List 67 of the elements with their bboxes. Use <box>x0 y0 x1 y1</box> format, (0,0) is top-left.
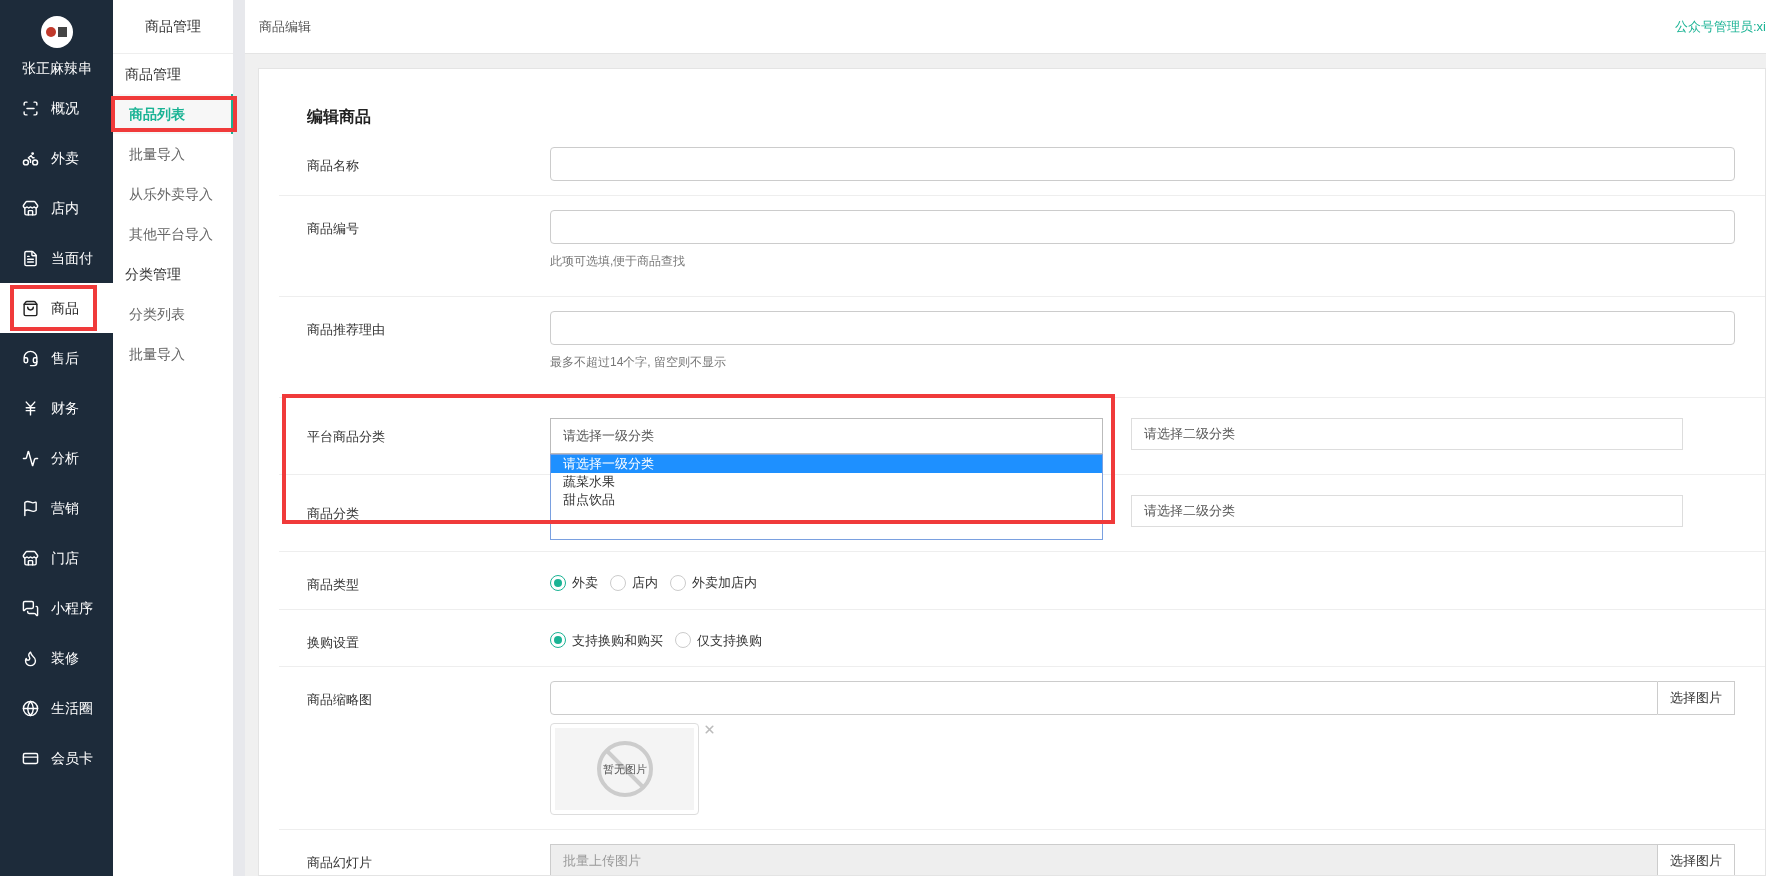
input-field[interactable] <box>550 681 1658 715</box>
chart-line-icon <box>22 449 39 467</box>
close-icon[interactable] <box>703 723 716 736</box>
form-title: 编辑商品 <box>306 107 372 127</box>
select-field[interactable]: 请选择二级分类 <box>1131 418 1683 450</box>
subnav-item[interactable]: 从乐外卖导入 <box>113 174 233 214</box>
hint-text: 最多不超过14个字, 留空则不显示 <box>550 354 727 371</box>
subnav-heading: 商品管理 <box>124 64 182 84</box>
hint-text: 此项可选填,便于商品查找 <box>550 253 687 270</box>
field-label: 商品编号 <box>306 220 360 238</box>
field-label: 商品幻灯片 <box>306 854 373 872</box>
field-label: 商品类型 <box>306 576 360 594</box>
empty-image-text: 暂无图片 <box>602 761 647 777</box>
choose-image-button[interactable]: 选择图片 <box>1658 681 1735 715</box>
globe-icon <box>22 699 39 717</box>
sidebar-item[interactable]: 当面付 <box>0 233 113 283</box>
sidebar-item[interactable]: 营销 <box>0 483 113 533</box>
field-label: 商品推荐理由 <box>306 321 386 339</box>
dropdown-option[interactable]: 蔬菜水果 <box>551 473 1102 491</box>
subnav-item[interactable]: 批量导入 <box>113 134 233 174</box>
sidebar-item[interactable]: 概况 <box>0 83 113 133</box>
sidebar-item[interactable]: 生活圈 <box>0 683 113 733</box>
sidebar-item[interactable]: 分析 <box>0 433 113 483</box>
dropdown-option[interactable]: 甜点饮品 <box>551 491 1102 509</box>
radio-option[interactable]: 支持换购和购买 <box>550 630 663 650</box>
flag-icon <box>22 499 39 517</box>
headset-icon <box>22 349 39 367</box>
flame-icon <box>22 649 39 667</box>
bike-icon <box>22 149 39 167</box>
field-label: 换购设置 <box>306 633 360 652</box>
logo-icon <box>40 16 73 48</box>
sidebar-item[interactable]: 店内 <box>0 183 113 233</box>
select-field[interactable]: 请选择一级分类 <box>550 418 1103 454</box>
subnav-heading: 分类管理 <box>124 264 182 284</box>
store-icon <box>22 549 39 567</box>
chat-icon <box>22 599 39 617</box>
page-title: 商品编辑 <box>259 17 311 36</box>
radio-option[interactable]: 外卖加店内 <box>670 573 757 593</box>
brand-name: 张正麻辣串 <box>21 59 92 78</box>
document-icon <box>22 249 39 267</box>
subnav-item[interactable]: 批量导入 <box>113 334 233 374</box>
subnav-item[interactable]: 其他平台导入 <box>113 214 233 254</box>
store-icon <box>22 199 39 217</box>
field-label: 商品名称 <box>306 157 360 175</box>
subnav-item[interactable]: 分类列表 <box>113 294 233 334</box>
choose-image-button[interactable]: 选择图片 <box>1658 844 1735 875</box>
field-label: 平台商品分类 <box>306 428 386 446</box>
scan-icon <box>22 99 39 117</box>
field-label: 商品分类 <box>306 505 360 523</box>
sidebar-item[interactable]: 小程序 <box>0 583 113 633</box>
input-field[interactable] <box>550 147 1735 181</box>
radio-option[interactable]: 店内 <box>610 573 658 593</box>
bag-icon <box>22 299 39 317</box>
sidebar-item[interactable]: 财务 <box>0 383 113 433</box>
input-field[interactable] <box>550 311 1735 345</box>
sidebar-item[interactable]: 会员卡 <box>0 733 113 783</box>
sidebar-item[interactable]: 门店 <box>0 533 113 583</box>
input-field[interactable] <box>550 210 1735 244</box>
sidebar-item[interactable]: 售后 <box>0 333 113 383</box>
sidebar-item[interactable]: 装修 <box>0 633 113 683</box>
select-field[interactable]: 请选择二级分类 <box>1131 495 1683 527</box>
admin-user: 公众号管理员:xi <box>1675 17 1766 36</box>
sidebar-item[interactable]: 外卖 <box>0 133 113 183</box>
radio-option[interactable]: 外卖 <box>550 573 598 593</box>
field-label: 商品缩略图 <box>306 691 373 709</box>
radio-option[interactable]: 仅支持换购 <box>675 630 762 650</box>
prohibited-icon <box>595 740 654 798</box>
